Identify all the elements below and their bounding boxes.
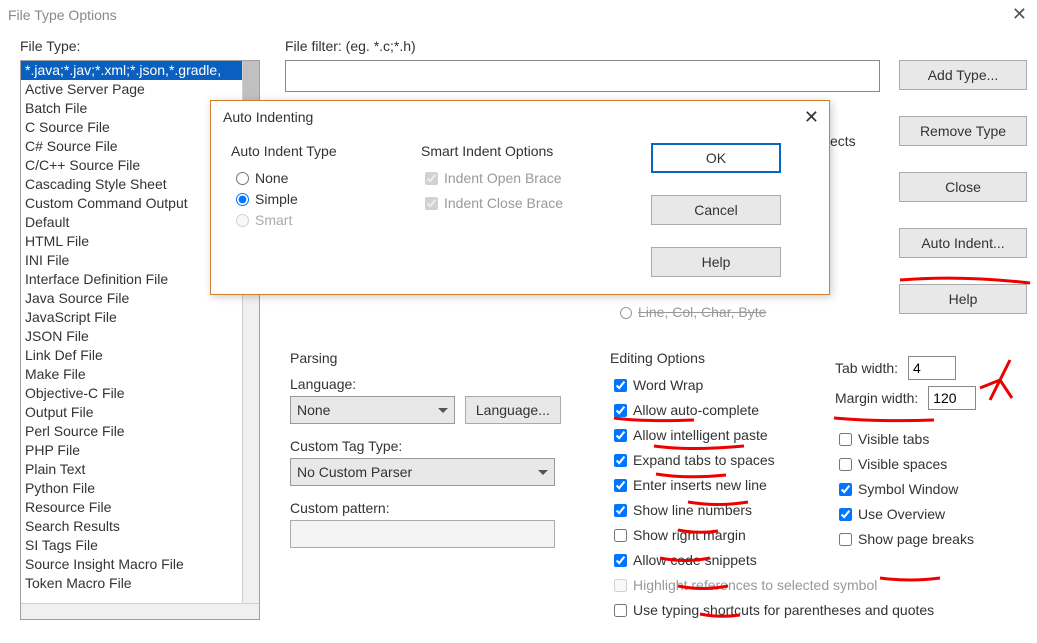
list-item[interactable]: PHP File bbox=[21, 441, 259, 460]
window-titlebar: File Type Options ✕ bbox=[0, 0, 1037, 30]
remove-type-button[interactable]: Remove Type bbox=[899, 116, 1027, 146]
custom-pattern-label: Custom pattern: bbox=[290, 500, 580, 516]
dialog-title: Auto Indenting bbox=[223, 109, 313, 125]
list-item[interactable]: Token Macro File bbox=[21, 574, 259, 593]
smart-indent-header: Smart Indent Options bbox=[421, 143, 621, 159]
use-overview-checkbox[interactable]: Use Overview bbox=[835, 505, 1035, 524]
expand-tabs-checkbox[interactable]: Expand tabs to spaces bbox=[610, 451, 830, 470]
add-type-button[interactable]: Add Type... bbox=[899, 60, 1027, 90]
cancel-button[interactable]: Cancel bbox=[651, 195, 781, 225]
language-label: Language: bbox=[290, 376, 580, 392]
highlight-refs-checkbox: Highlight references to selected symbol bbox=[610, 576, 830, 595]
line-numbers-checkbox[interactable]: Show line numbers bbox=[610, 501, 830, 520]
tab-width-label: Tab width: bbox=[835, 360, 898, 376]
visible-spaces-checkbox[interactable]: Visible spaces bbox=[835, 455, 1035, 474]
close-icon[interactable]: ✕ bbox=[1012, 4, 1027, 25]
indent-smart-radio: Smart bbox=[231, 211, 421, 228]
auto-indent-button[interactable]: Auto Indent... bbox=[899, 228, 1027, 258]
language-button[interactable]: Language... bbox=[465, 396, 561, 424]
list-item[interactable]: Perl Source File bbox=[21, 422, 259, 441]
list-item[interactable]: Active Server Page bbox=[21, 80, 259, 99]
code-snippets-checkbox[interactable]: Allow code snippets bbox=[610, 551, 830, 570]
dialog-help-button[interactable]: Help bbox=[651, 247, 781, 277]
list-item[interactable]: Link Def File bbox=[21, 346, 259, 365]
close-button[interactable]: Close bbox=[899, 172, 1027, 202]
custom-tag-label: Custom Tag Type: bbox=[290, 438, 580, 454]
indent-simple-radio[interactable]: Simple bbox=[231, 190, 421, 207]
auto-indenting-dialog: Auto Indenting ✕ Auto Indent Type None S… bbox=[210, 100, 830, 295]
indent-close-brace-checkbox: Indent Close Brace bbox=[421, 194, 621, 213]
list-item[interactable]: Make File bbox=[21, 365, 259, 384]
list-item[interactable]: Python File bbox=[21, 479, 259, 498]
typing-shortcuts-checkbox[interactable]: Use typing shortcuts for parentheses and… bbox=[610, 601, 830, 620]
margin-width-label: Margin width: bbox=[835, 390, 918, 406]
file-filter-label: File filter: (eg. *.c;*.h) bbox=[285, 38, 416, 54]
dialog-close-icon[interactable]: ✕ bbox=[804, 107, 819, 128]
list-item[interactable]: SI Tags File bbox=[21, 536, 259, 555]
list-item[interactable]: Resource File bbox=[21, 498, 259, 517]
right-margin-checkbox[interactable]: Show right margin bbox=[610, 526, 830, 545]
file-type-label: File Type: bbox=[20, 38, 80, 54]
enter-newline-checkbox[interactable]: Enter inserts new line bbox=[610, 476, 830, 495]
parsing-header: Parsing bbox=[290, 350, 580, 366]
ok-button[interactable]: OK bbox=[651, 143, 781, 173]
word-wrap-checkbox[interactable]: Word Wrap bbox=[610, 376, 830, 395]
list-item[interactable]: JavaScript File bbox=[21, 308, 259, 327]
language-select[interactable]: None bbox=[290, 396, 455, 424]
custom-pattern-input[interactable] bbox=[290, 520, 555, 548]
list-item[interactable]: Source Insight Macro File bbox=[21, 555, 259, 574]
scrollbar-horizontal[interactable] bbox=[21, 603, 259, 620]
page-breaks-checkbox[interactable]: Show page breaks bbox=[835, 530, 1035, 549]
list-item[interactable]: Output File bbox=[21, 403, 259, 422]
margin-width-input[interactable] bbox=[928, 386, 976, 410]
obscured-text-projects: ects bbox=[830, 133, 856, 149]
symbol-window-checkbox[interactable]: Symbol Window bbox=[835, 480, 1035, 499]
indent-open-brace-checkbox: Indent Open Brace bbox=[421, 169, 621, 188]
editing-header: Editing Options bbox=[610, 350, 830, 366]
indent-none-radio[interactable]: None bbox=[231, 169, 421, 186]
tab-width-input[interactable] bbox=[908, 356, 956, 380]
custom-tag-select[interactable]: No Custom Parser bbox=[290, 458, 555, 486]
file-filter-input[interactable] bbox=[285, 60, 880, 92]
auto-complete-checkbox[interactable]: Allow auto-complete bbox=[610, 401, 830, 420]
window-title: File Type Options bbox=[8, 7, 117, 23]
visible-tabs-checkbox[interactable]: Visible tabs bbox=[835, 430, 1035, 449]
list-item[interactable]: *.java;*.jav;*.xml;*.json,*.gradle, bbox=[21, 61, 259, 80]
list-item[interactable]: Plain Text bbox=[21, 460, 259, 479]
help-button[interactable]: Help bbox=[899, 284, 1027, 314]
list-item[interactable]: Search Results bbox=[21, 517, 259, 536]
auto-indent-type-header: Auto Indent Type bbox=[231, 143, 421, 159]
intelligent-paste-checkbox[interactable]: Allow intelligent paste bbox=[610, 426, 830, 445]
list-item[interactable]: JSON File bbox=[21, 327, 259, 346]
list-item[interactable]: Objective-C File bbox=[21, 384, 259, 403]
